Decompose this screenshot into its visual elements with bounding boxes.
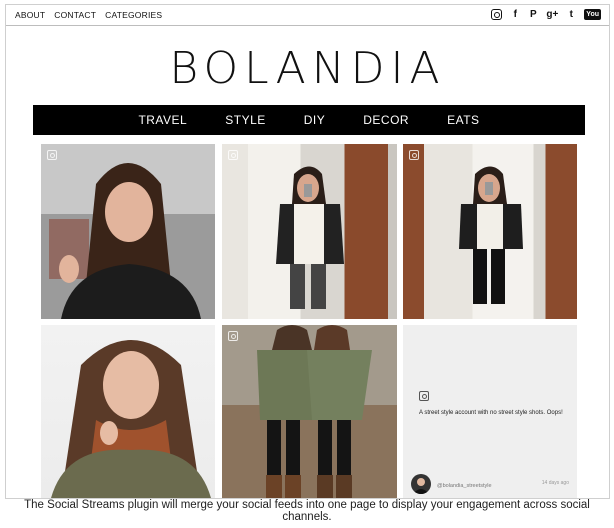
mirror-selfie-photo [276,166,344,309]
portrait-photo [41,144,215,319]
instagram-icon [228,331,238,341]
nav-diy[interactable]: DIY [304,113,326,127]
site-logo[interactable]: BOLANDIA [6,43,609,94]
post-text: A street style account with no street st… [419,410,563,416]
feed-tile-mirror-selfie-1[interactable] [222,144,397,319]
screenshot-caption: The Social Streams plugin will merge you… [24,499,590,523]
nav-style[interactable]: STYLE [225,113,266,127]
contact-link[interactable]: CONTACT [54,10,96,20]
mirror-selfie-photo [459,166,523,304]
post-handle[interactable]: @bolandia_streetstyle [437,483,492,489]
nav-decor[interactable]: DECOR [363,113,409,127]
pinterest-icon[interactable]: P [528,8,538,21]
feed-tile-mirror-selfie-2[interactable] [403,144,577,319]
nav-eats[interactable]: EATS [447,113,479,127]
instagram-icon [419,391,429,401]
facebook-icon[interactable]: f [510,8,520,21]
instagram-icon [228,150,238,160]
top-links: ABOUT CONTACT CATEGORIES [15,10,162,20]
website-frame: ABOUT CONTACT CATEGORIES f P g+ t You BO… [5,4,610,499]
instagram-icon [47,150,57,160]
friends-walking-photo [222,325,397,498]
feed-tile-portrait-smiling[interactable] [41,144,215,319]
post-date: 14 days ago [541,480,569,486]
feed-tile-text-post[interactable]: A street style account with no street st… [403,325,577,498]
twitter-icon[interactable]: t [566,8,576,21]
youtube-icon[interactable]: You [584,9,601,20]
main-nav: TRAVEL STYLE DIY DECOR EATS [33,105,585,135]
nav-travel[interactable]: TRAVEL [138,113,187,127]
avatar [411,474,431,494]
feed-tile-portrait-scarf[interactable] [41,325,215,498]
about-link[interactable]: ABOUT [15,10,45,20]
portrait-photo [51,340,211,498]
instagram-icon[interactable] [491,9,503,20]
instagram-icon [409,150,419,160]
feed-tile-two-friends[interactable] [222,325,397,498]
categories-link[interactable]: CATEGORIES [105,10,162,20]
social-icons: f P g+ t You [491,8,601,21]
google-plus-icon[interactable]: g+ [546,8,558,21]
top-bar: ABOUT CONTACT CATEGORIES f P g+ t You [6,5,609,26]
